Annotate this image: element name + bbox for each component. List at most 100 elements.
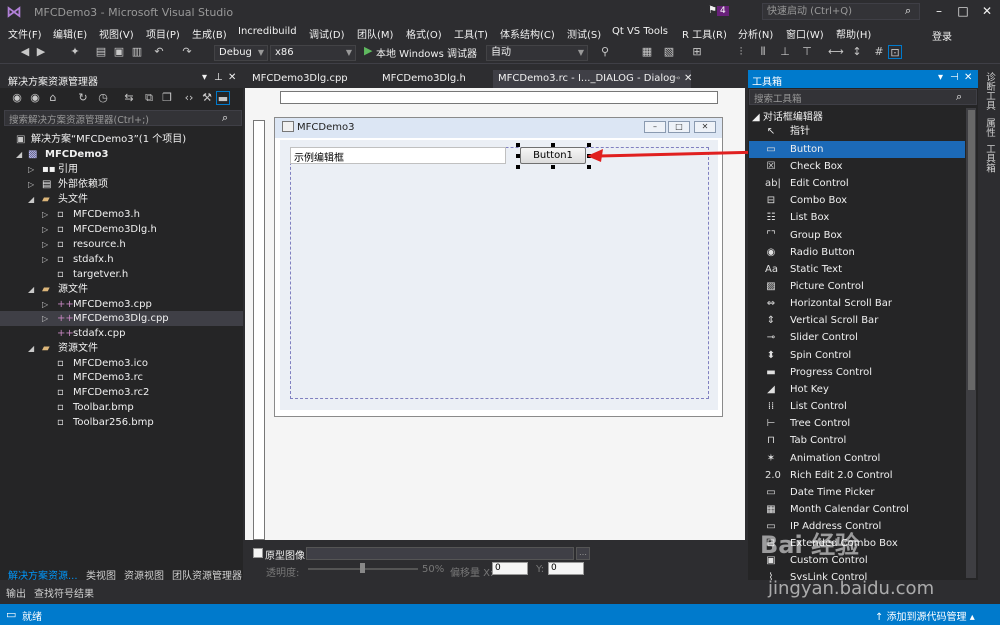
menu-help[interactable]: 帮助(H) xyxy=(836,26,871,41)
toolbox-item-richedit[interactable]: 2.0 Rich Edit 2.0 Control xyxy=(749,467,965,484)
wrench-icon[interactable]: ⚒ xyxy=(200,91,214,105)
close-icon[interactable]: ✕ xyxy=(228,72,236,83)
toolbox-item-tab[interactable]: ⊓ Tab Control xyxy=(749,432,965,449)
menu-project[interactable]: 项目(P) xyxy=(146,26,180,41)
add-to-source-control-button[interactable]: ↑ 添加到源代码管理 ▴ xyxy=(875,608,975,623)
redo-icon[interactable]: ↷ xyxy=(180,45,194,59)
toolbox-item-calendar[interactable]: ▦ Month Calendar Control xyxy=(749,501,965,518)
tree-item-references[interactable]: ▷ ▪▪ 引用 xyxy=(0,162,243,177)
resize-handle[interactable] xyxy=(516,154,520,158)
align-icon[interactable]: ⊥ xyxy=(778,45,792,59)
tree-item-file[interactable]: ▷ ▫ MFCDemo3.h xyxy=(0,207,243,222)
back-icon[interactable]: ◀ xyxy=(18,45,32,59)
toolbar-icon[interactable]: ▦ xyxy=(640,45,654,59)
prototype-image-path-input[interactable] xyxy=(306,547,574,560)
tab-solution-explorer[interactable]: 解决方案资源... xyxy=(8,567,78,582)
toolbox-item-groupbox[interactable]: ⌜⌝ Group Box xyxy=(749,227,965,244)
new-project-icon[interactable]: ✦ xyxy=(68,45,82,59)
search-icon[interactable]: ⌕ xyxy=(905,4,911,18)
pin-icon[interactable]: ⊥ xyxy=(214,72,223,83)
browse-button[interactable]: … xyxy=(576,547,590,560)
tree-item-external-deps[interactable]: ▷ ▤ 外部依赖项 xyxy=(0,177,243,192)
tab-output[interactable]: 输出 xyxy=(6,585,26,600)
tree-item-file[interactable]: ▫ Toolbar.bmp xyxy=(0,400,243,415)
menu-debug[interactable]: 调试(D) xyxy=(309,26,345,41)
tab-properties[interactable]: 属性 xyxy=(982,118,996,137)
tab-resource-view[interactable]: 资源视图 xyxy=(124,567,164,582)
tree-item-solution[interactable]: ▣ 解决方案“MFCDemo3”(1 个项目) xyxy=(0,132,243,147)
resize-handle[interactable] xyxy=(551,165,555,169)
prototype-image-checkbox[interactable] xyxy=(253,548,263,558)
tab-toolbox[interactable]: 工具箱 xyxy=(982,144,996,173)
toolbox-item-slider[interactable]: ⊸ Slider Control xyxy=(749,329,965,346)
resize-handle[interactable] xyxy=(516,143,520,147)
menu-team[interactable]: 团队(M) xyxy=(357,26,393,41)
tree-item-header-files[interactable]: ◢ ▰ 头文件 xyxy=(0,192,243,207)
toolbox-item-spin[interactable]: ⬍ Spin Control xyxy=(749,347,965,364)
menu-analyze[interactable]: 分析(N) xyxy=(738,26,773,41)
history-icon[interactable]: ◷ xyxy=(96,91,110,105)
toolbox-item-listctrl[interactable]: ⁞⁞ List Control xyxy=(749,398,965,415)
tree-item-file[interactable]: ▫ MFCDemo3.ico xyxy=(0,356,243,371)
toolbox-item-edit[interactable]: ab| Edit Control xyxy=(749,175,965,192)
dropdown-icon[interactable]: ▾ xyxy=(938,72,943,83)
close-icon[interactable]: ✕ xyxy=(679,70,697,88)
preview-icon[interactable]: ▬ xyxy=(216,91,230,105)
toolbox-item-tree[interactable]: ⊢ Tree Control xyxy=(749,415,965,432)
login-link[interactable]: 登录 xyxy=(932,28,952,43)
undo-icon[interactable]: ↶ xyxy=(152,45,166,59)
toolbox-item-progress[interactable]: ▬ Progress Control xyxy=(749,364,965,381)
toolbox-item-hotkey[interactable]: ◢ Hot Key xyxy=(749,381,965,398)
toolbox-item-hscroll[interactable]: ⇔ Horizontal Scroll Bar xyxy=(749,295,965,312)
menu-edit[interactable]: 编辑(E) xyxy=(53,26,87,41)
refresh-icon[interactable]: ⇆ xyxy=(122,91,136,105)
tab-dlg-cpp[interactable]: MFCDemo3Dlg.cpp xyxy=(247,70,353,88)
toolbar-icon[interactable]: ▧ xyxy=(662,45,676,59)
tree-item-project[interactable]: ◢ ▩ MFCDemo3 xyxy=(0,147,243,162)
toolbox-item-button[interactable]: ▭ Button xyxy=(749,141,965,158)
menu-qt[interactable]: Qt VS Tools xyxy=(612,26,668,37)
align-icon[interactable]: ↕ xyxy=(850,45,864,59)
resize-handle[interactable] xyxy=(551,143,555,147)
quick-launch-input[interactable]: 快速启动 (Ctrl+Q) xyxy=(762,3,920,20)
tree-item-file[interactable]: ▫ MFCDemo3.rc xyxy=(0,370,243,385)
find-icon[interactable]: ⚲ xyxy=(598,45,612,59)
show-all-icon[interactable]: ❐ xyxy=(160,91,174,105)
minimize-icon[interactable]: – xyxy=(930,3,948,19)
toolbar-icon[interactable]: ⊞ xyxy=(690,45,704,59)
pin-icon[interactable]: ⊣ xyxy=(950,72,959,83)
platform-select[interactable]: x86 ▼ xyxy=(270,45,356,61)
offset-y-input[interactable]: 0 xyxy=(548,562,584,575)
run-debugger-button[interactable]: 本地 Windows 调试器 xyxy=(376,45,477,60)
toolbox-item-listbox[interactable]: ☷ List Box xyxy=(749,209,965,226)
tree-item-source-files[interactable]: ◢ ▰ 源文件 xyxy=(0,282,243,297)
menu-test[interactable]: 测试(S) xyxy=(567,26,601,41)
close-icon[interactable]: ✕ xyxy=(964,72,972,83)
tab-dialog-rc[interactable]: MFCDemo3.rc - I..._DIALOG - Dialog xyxy=(493,70,691,88)
open-file-icon[interactable]: ▤ xyxy=(94,45,108,59)
align-icon[interactable]: ⫶ xyxy=(734,45,748,59)
toolbox-item-pointer[interactable]: ↖ 指针 xyxy=(749,123,965,140)
tree-item-file[interactable]: ▫ MFCDemo3.rc2 xyxy=(0,385,243,400)
menu-view[interactable]: 视图(V) xyxy=(99,26,134,41)
save-icon[interactable]: ▣ xyxy=(112,45,126,59)
solution-search-input[interactable]: 搜索解决方案资源管理器(Ctrl+;) xyxy=(4,110,242,126)
button-control[interactable]: Button1 xyxy=(520,147,586,164)
grid-icon[interactable]: # xyxy=(872,45,886,59)
menu-tools[interactable]: 工具(T) xyxy=(454,26,488,41)
menu-build[interactable]: 生成(B) xyxy=(192,26,227,41)
configuration-select[interactable]: Debug ▼ xyxy=(214,45,268,61)
forward-icon[interactable]: ▶ xyxy=(34,45,48,59)
menu-file[interactable]: 文件(F) xyxy=(8,26,42,41)
tab-class-view[interactable]: 类视图 xyxy=(86,567,116,582)
toolbox-search-input[interactable]: 搜索工具箱 xyxy=(749,89,977,105)
tab-dlg-h[interactable]: MFCDemo3Dlg.h xyxy=(377,70,471,88)
code-icon[interactable]: ‹› xyxy=(182,91,196,105)
menu-architecture[interactable]: 体系结构(C) xyxy=(500,26,555,41)
save-all-icon[interactable]: ▥ xyxy=(130,45,144,59)
close-icon[interactable]: ✕ xyxy=(978,3,996,19)
search-icon[interactable]: ⌕ xyxy=(222,111,228,125)
menu-r-tools[interactable]: R 工具(R) xyxy=(682,26,727,41)
tab-find-symbol-results[interactable]: 查找符号结果 xyxy=(34,585,94,600)
menu-incredibuild[interactable]: Incredibuild xyxy=(238,26,297,37)
